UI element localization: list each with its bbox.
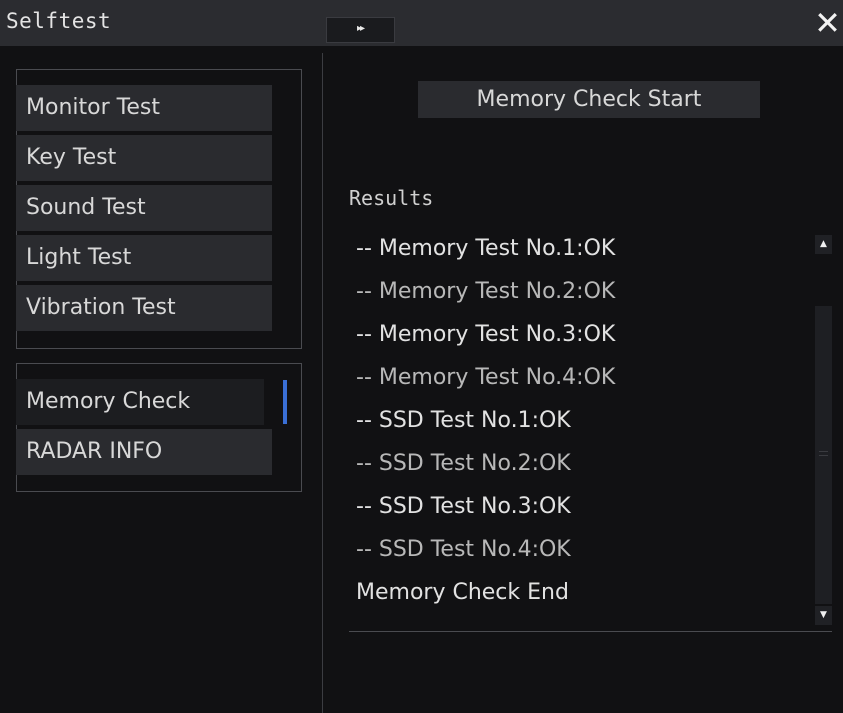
sound-test-button[interactable]: Sound Test: [16, 185, 272, 231]
selection-indicator: [283, 380, 287, 424]
scroll-down-button[interactable]: ▼: [815, 606, 832, 625]
memory-check-start-button[interactable]: Memory Check Start: [418, 81, 760, 118]
result-line: -- Memory Test No.1:OK: [356, 236, 616, 261]
result-line: -- Memory Test No.4:OK: [356, 365, 616, 390]
double-chevron-right-icon: ▸▸: [357, 23, 365, 34]
results-list-border: [349, 631, 832, 632]
title-bar: Selftest ▸▸ ✕: [0, 0, 843, 46]
vibration-test-button[interactable]: Vibration Test: [16, 285, 272, 331]
result-line: -- SSD Test No.1:OK: [356, 408, 571, 433]
expand-button[interactable]: ▸▸: [326, 17, 395, 43]
scrollbar-grip[interactable]: [819, 451, 828, 456]
light-test-button[interactable]: Light Test: [16, 235, 272, 281]
radar-info-button[interactable]: RADAR INFO: [16, 429, 272, 475]
result-line: -- SSD Test No.3:OK: [356, 494, 571, 519]
monitor-test-button[interactable]: Monitor Test: [16, 85, 272, 131]
window-title: Selftest: [6, 9, 112, 33]
result-line: -- SSD Test No.4:OK: [356, 537, 571, 562]
close-icon: ✕: [814, 4, 841, 42]
arrow-down-icon: ▼: [820, 610, 827, 620]
result-line: -- Memory Test No.2:OK: [356, 279, 616, 304]
scrollbar-track[interactable]: [815, 306, 832, 604]
results-label: Results: [349, 186, 434, 210]
result-line: Memory Check End: [356, 580, 569, 605]
scroll-up-button[interactable]: ▲: [815, 235, 832, 254]
key-test-button[interactable]: Key Test: [16, 135, 272, 181]
result-line: -- Memory Test No.3:OK: [356, 322, 616, 347]
result-line: -- SSD Test No.2:OK: [356, 451, 571, 476]
memory-check-button[interactable]: Memory Check: [16, 379, 264, 425]
panel-divider: [322, 53, 323, 713]
arrow-up-icon: ▲: [820, 239, 827, 249]
close-button[interactable]: ✕: [812, 7, 843, 40]
